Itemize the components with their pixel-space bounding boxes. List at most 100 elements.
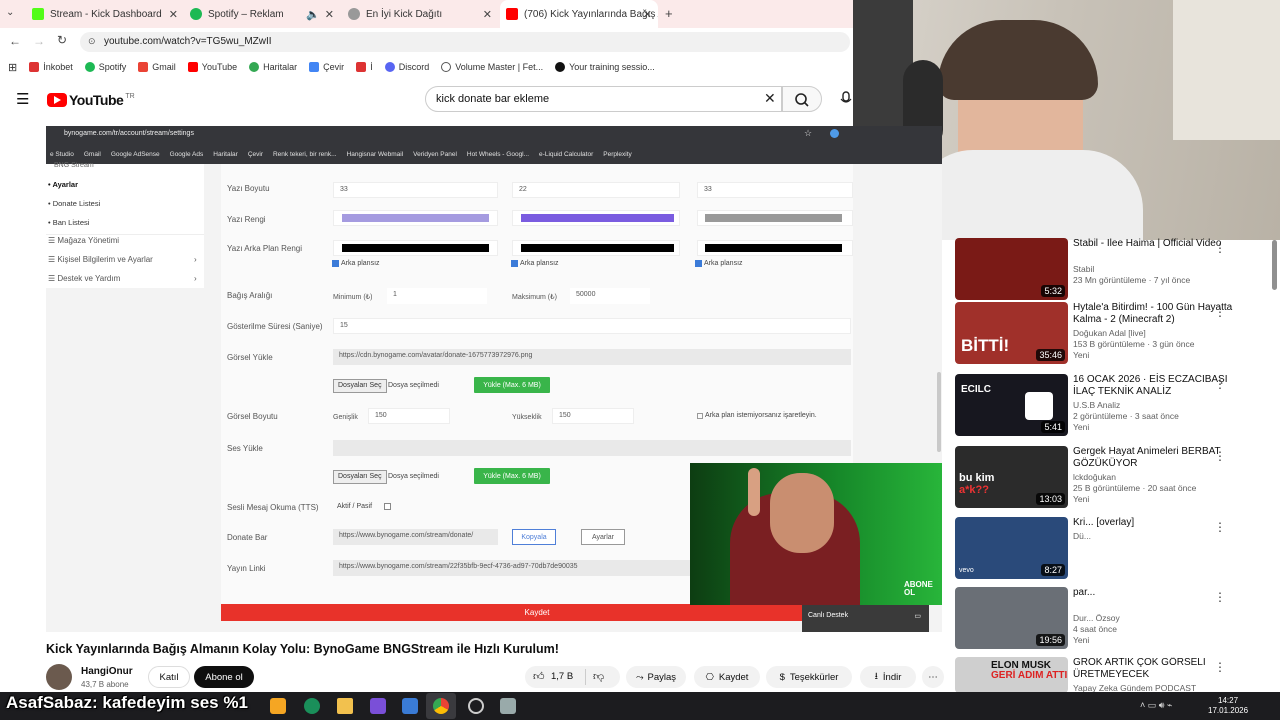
- menu-item-personal[interactable]: ☰ Kişisel Bilgilerim ve Ayarlar ›: [48, 255, 197, 264]
- font-color-swatch[interactable]: [705, 214, 842, 222]
- video-thumbnail[interactable]: 5:32: [955, 238, 1068, 300]
- video-channel[interactable]: Doğukan Adal [live]: [1073, 328, 1146, 339]
- donate-bar-settings-button[interactable]: Ayarlar: [581, 529, 625, 545]
- bookmark[interactable]: Haritalar: [249, 62, 297, 72]
- clear-search-icon[interactable]: ✕: [764, 90, 776, 107]
- bookmark[interactable]: İ: [356, 62, 373, 72]
- dislike-icon[interactable]: 👎︎: [593, 670, 604, 683]
- bg-color-swatch[interactable]: [521, 244, 674, 252]
- store-icon[interactable]: [370, 698, 386, 714]
- download-button[interactable]: ⭳ İndir: [860, 666, 916, 688]
- video-thumbnail[interactable]: BİTTİ! 35:46: [955, 302, 1068, 364]
- transparent-checkbox[interactable]: Arka plansız: [332, 260, 380, 267]
- inner-scrollbar[interactable]: [937, 372, 941, 452]
- font-size-input[interactable]: 33: [697, 182, 853, 198]
- clock[interactable]: 14:27 17.01.2026: [1208, 696, 1248, 716]
- app-icon[interactable]: [468, 698, 484, 714]
- choose-file-button[interactable]: Dosyaları Seç: [333, 379, 387, 393]
- search-input[interactable]: kick donate bar ekleme: [425, 86, 782, 112]
- search-button[interactable]: [782, 86, 822, 112]
- share-button[interactable]: ⤳ Paylaş: [626, 666, 686, 688]
- more-options-icon[interactable]: ⋮: [1214, 660, 1226, 674]
- menu-item-donate-list[interactable]: • Donate Listesi: [48, 199, 100, 208]
- menu-item-ayarlar[interactable]: • Ayarlar: [48, 180, 78, 189]
- speaker-icon[interactable]: 🔈: [306, 8, 320, 21]
- video-channel[interactable]: U.S.B Analiz: [1073, 400, 1120, 411]
- font-size-input[interactable]: 33: [333, 182, 498, 198]
- choose-file-button[interactable]: Dosyaları Seç: [333, 470, 387, 484]
- close-tab-icon[interactable]: ✕: [325, 8, 334, 21]
- height-input[interactable]: 150: [552, 408, 634, 424]
- width-input[interactable]: 150: [368, 408, 450, 424]
- more-options-icon[interactable]: ⋮: [1214, 305, 1226, 319]
- menu-item-store[interactable]: ☰ Mağaza Yönetimi: [48, 236, 119, 245]
- bookmark[interactable]: Çevir: [309, 62, 344, 72]
- video-thumbnail[interactable]: vevo 8:27: [955, 517, 1068, 579]
- tab-en-iyi[interactable]: En İyi Kick Dağıtı ✕: [342, 0, 498, 28]
- donate-bar-url-input[interactable]: https://www.bynogame.com/stream/donate/: [333, 529, 498, 545]
- duration-input[interactable]: 15: [333, 318, 851, 334]
- app-icon[interactable]: [500, 698, 516, 714]
- transparent-checkbox[interactable]: Arka plansız: [695, 260, 743, 267]
- thanks-button[interactable]: $ Teşekkürler: [766, 666, 852, 688]
- tab-search-chevron-icon[interactable]: ⌄: [6, 7, 14, 18]
- microphone-icon[interactable]: [838, 90, 853, 108]
- copy-button[interactable]: Kopyala: [512, 529, 556, 545]
- transparent-checkbox[interactable]: Arka plansız: [511, 260, 559, 267]
- image-url-input[interactable]: https://cdn.bynogame.com/avatar/donate-1…: [333, 349, 851, 365]
- video-thumbnail[interactable]: 19:56: [955, 587, 1068, 649]
- sound-url-input[interactable]: [333, 440, 851, 456]
- max-input[interactable]: 50000: [570, 288, 650, 304]
- recommended-video[interactable]: BİTTİ! 35:46 Hytale'a Bitirdim! - 100 Gün…: [955, 302, 1255, 366]
- forward-icon[interactable]: →: [33, 34, 45, 48]
- channel-name[interactable]: HangiOnur: [81, 666, 133, 677]
- channel-avatar[interactable]: [46, 664, 72, 690]
- app-icon[interactable]: [270, 698, 286, 714]
- video-channel[interactable]: Stabil: [1073, 264, 1094, 275]
- subscribe-button[interactable]: Abone ol: [194, 666, 254, 688]
- more-options-icon[interactable]: ⋮: [1214, 377, 1226, 391]
- video-channel[interactable]: Dü...: [1073, 531, 1091, 542]
- recommended-video[interactable]: vevo 8:27 Kri... [overlay] Dü... ⋮: [955, 517, 1255, 581]
- edge-icon[interactable]: [304, 698, 320, 714]
- bookmark[interactable]: İnkobet: [29, 62, 73, 72]
- save-button[interactable]: ⎔ Kaydet: [694, 666, 760, 688]
- close-tab-icon[interactable]: ✕: [643, 8, 652, 21]
- video-channel[interactable]: lckdoğukan: [1073, 472, 1116, 483]
- chrome-taskbar-button[interactable]: [426, 693, 456, 719]
- save-settings-button[interactable]: Kaydet: [221, 604, 853, 621]
- font-size-input[interactable]: 22: [512, 182, 680, 198]
- video-thumbnail[interactable]: ELON MUSK GERİ ADIM ATTI: [955, 657, 1068, 693]
- page-scrollbar[interactable]: [1272, 240, 1277, 290]
- recommended-video[interactable]: 19:56 par... Dur... Özsoy 4 saat önce Ye…: [955, 587, 1255, 651]
- more-options-icon[interactable]: ⋮: [1214, 449, 1226, 463]
- bookmark[interactable]: Spotify: [84, 62, 126, 72]
- tab-youtube[interactable]: (706) Kick Yayınlarında Bağış Al...✕: [500, 0, 658, 28]
- bg-color-swatch[interactable]: [705, 244, 842, 252]
- recommended-video[interactable]: ELON MUSK GERİ ADIM ATTI GROK ARTIK ÇOK G…: [955, 657, 1255, 693]
- mail-icon[interactable]: [402, 698, 418, 714]
- tab-spotify[interactable]: Spotify – Reklam 🔈 ✕: [184, 0, 340, 28]
- close-tab-icon[interactable]: ✕: [483, 8, 492, 21]
- apps-grid-icon[interactable]: ⊞: [8, 61, 17, 74]
- upload-sound-button[interactable]: Yükle (Max. 6 MB): [474, 468, 550, 484]
- bookmark[interactable]: Your training sessio...: [555, 62, 655, 72]
- recommended-video[interactable]: bu kim a*k?? 13:03 Gergek Hayat Animeleri …: [955, 446, 1255, 510]
- youtube-logo[interactable]: YouTube TR: [47, 92, 135, 108]
- recommended-video[interactable]: 5:32 Stabil - Ilee Haima | Official Vide…: [955, 238, 1255, 302]
- video-channel[interactable]: Dur... Özsoy: [1073, 613, 1120, 624]
- live-support-widget[interactable]: Canlı Destek ▭: [802, 604, 929, 632]
- new-tab-button[interactable]: +: [665, 6, 673, 21]
- tts-checkbox[interactable]: [384, 503, 391, 510]
- font-color-swatch[interactable]: [342, 214, 489, 222]
- menu-item-support[interactable]: ☰ Destek ve Yardım ›: [48, 274, 197, 283]
- bookmark[interactable]: Volume Master | Fet...: [441, 62, 543, 72]
- bg-color-swatch[interactable]: [342, 244, 489, 252]
- like-icon[interactable]: 👍︎: [533, 670, 545, 683]
- close-tab-icon[interactable]: ✕: [169, 8, 178, 21]
- site-info-icon[interactable]: ⊙: [88, 36, 96, 47]
- font-color-swatch[interactable]: [521, 214, 674, 222]
- folder-icon[interactable]: [337, 698, 353, 714]
- video-thumbnail[interactable]: ECILC 5:41: [955, 374, 1068, 436]
- more-options-icon[interactable]: ⋮: [1214, 520, 1226, 534]
